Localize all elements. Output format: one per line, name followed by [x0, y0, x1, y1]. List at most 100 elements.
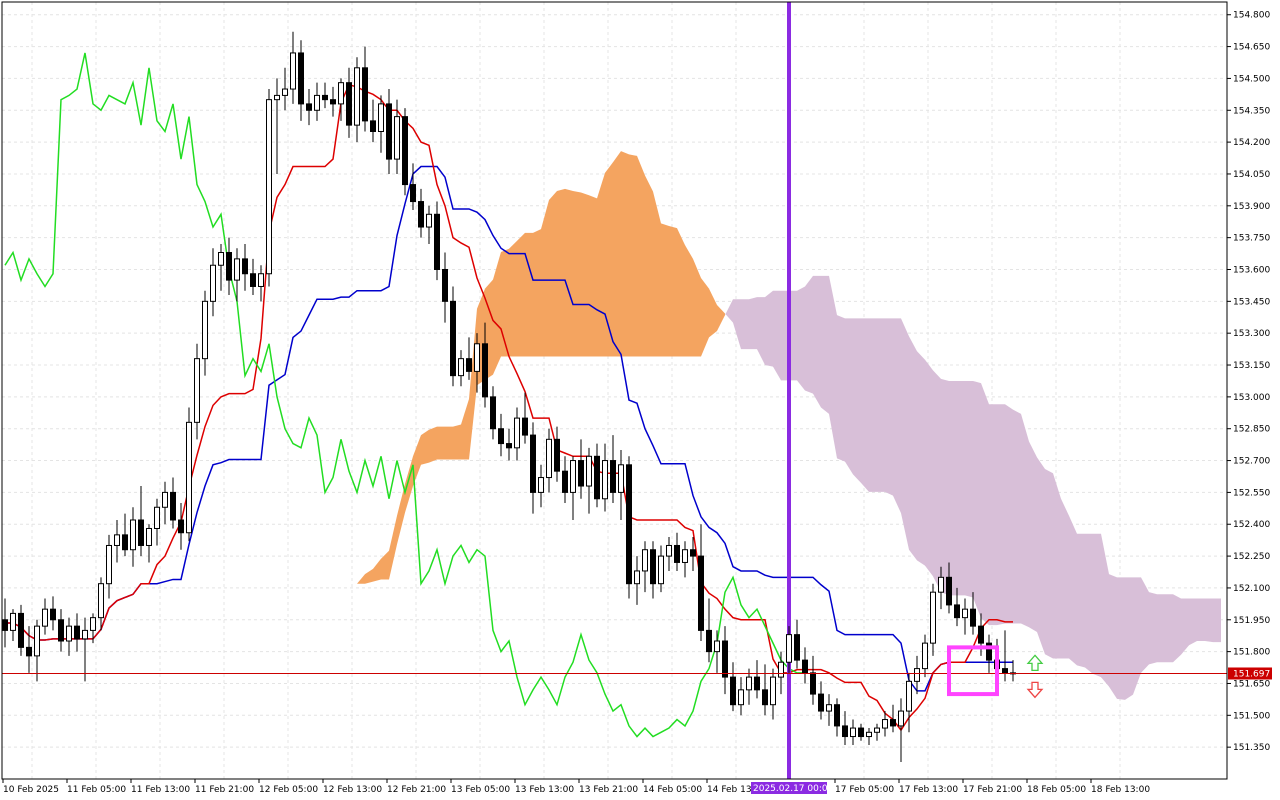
- y-tick-label: 151.350: [1233, 743, 1270, 753]
- cloud-segment-bearish: [1021, 413, 1029, 628]
- y-tick-label: 154.650: [1233, 43, 1270, 53]
- x-tick-label: 13 Feb 13:00: [515, 785, 574, 795]
- cloud-segment-bullish: [573, 190, 581, 357]
- cloud-segment-bullish: [669, 225, 677, 357]
- cloud-segment-bearish: [949, 380, 957, 596]
- candle-body: [922, 642, 928, 670]
- y-tick-label: 153.300: [1233, 329, 1270, 339]
- cloud-segment-bullish: [581, 192, 589, 357]
- candle-body: [762, 689, 768, 706]
- candle-body: [162, 491, 168, 508]
- cloud-segment-bearish: [1037, 457, 1045, 655]
- x-tick-label: 10 Feb 2025: [3, 785, 59, 795]
- cloud-segment-bearish: [957, 380, 965, 596]
- candle-body: [698, 555, 704, 631]
- candle: [266, 89, 272, 287]
- candle-body: [434, 213, 440, 270]
- cloud-segment-bearish: [1189, 598, 1197, 646]
- candle-body: [874, 727, 880, 733]
- candle-body: [570, 460, 576, 493]
- y-tick-label: 151.650: [1233, 679, 1270, 689]
- cloud-segment-bullish: [597, 172, 605, 357]
- candle-body: [410, 184, 416, 203]
- x-tick-label: 18 Feb 05:00: [1027, 785, 1086, 795]
- candle-body: [394, 116, 400, 160]
- candle-body: [962, 608, 968, 619]
- candle-body: [858, 727, 864, 738]
- candle: [626, 456, 632, 599]
- candle-body: [402, 116, 408, 186]
- x-tick-label: 12 Feb 21:00: [387, 785, 446, 795]
- candle-body: [906, 680, 912, 712]
- y-tick-label: 154.200: [1233, 138, 1270, 148]
- candle-body: [498, 428, 504, 445]
- cloud-segment-bearish: [965, 380, 973, 598]
- candle-body: [290, 52, 296, 90]
- candle-body: [970, 608, 976, 627]
- candle-body: [322, 94, 328, 101]
- candle-body: [202, 300, 208, 360]
- candle-body: [562, 470, 568, 493]
- candle-body: [506, 443, 512, 449]
- candle-body: [186, 421, 192, 534]
- cloud-segment-bearish: [853, 318, 861, 483]
- separator-date-label: 2025.02.17 00:00: [751, 782, 834, 794]
- cloud-segment-bearish: [1205, 598, 1213, 643]
- candle-body: [826, 704, 832, 712]
- candle-body: [130, 519, 136, 551]
- candle-body: [602, 460, 608, 500]
- y-tick-label: 152.250: [1233, 552, 1270, 562]
- candle-body: [610, 460, 616, 493]
- cloud-segment-bearish: [813, 275, 821, 408]
- cloud-segment-bearish: [869, 318, 877, 492]
- cloud-segment-bearish: [1173, 594, 1181, 663]
- x-tick-label: 14 Feb 05:00: [643, 785, 702, 795]
- candle-body: [978, 625, 984, 644]
- candle-body: [234, 258, 240, 281]
- cloud-segment-bullish: [557, 188, 565, 357]
- candle-body: [154, 506, 160, 529]
- cloud-segment-bearish: [973, 380, 981, 619]
- candle-body: [690, 549, 696, 557]
- y-tick-label: 152.400: [1233, 520, 1270, 530]
- candle-body: [810, 672, 816, 695]
- cloud-segment-bearish: [1197, 598, 1205, 642]
- candle-body: [178, 519, 184, 534]
- candle-body: [706, 629, 712, 653]
- x-tick-label: 11 Feb 21:00: [195, 785, 254, 795]
- x-tick-label: 17 Feb 13:00: [899, 785, 958, 795]
- candle-body: [930, 591, 936, 644]
- cloud-segment-bullish: [525, 232, 533, 357]
- candle-body: [546, 438, 552, 479]
- candle-body: [658, 555, 664, 585]
- candle-body: [714, 640, 720, 653]
- y-tick-label: 154.800: [1233, 11, 1270, 21]
- current-price-text: 151.697: [1233, 669, 1270, 679]
- candle-body: [370, 120, 376, 132]
- y-tick-label: 151.800: [1233, 648, 1270, 658]
- ichimoku-chart: 154.800 154.650 154.500 154.350 154.200 154.0…: [0, 0, 1280, 800]
- candle-body: [642, 549, 648, 572]
- y-tick-label: 152.850: [1233, 425, 1270, 435]
- candle-body: [730, 676, 736, 706]
- cloud-segment-bearish: [1061, 498, 1069, 659]
- candle-body: [850, 727, 856, 738]
- candle-body: [34, 625, 40, 657]
- cloud-segment-bearish: [893, 318, 901, 514]
- candle-body: [442, 268, 448, 302]
- candle-body: [298, 52, 304, 105]
- candle-body: [890, 719, 896, 727]
- candle-body: [266, 99, 272, 275]
- cloud-segment-bearish: [749, 297, 757, 350]
- cloud-segment-bearish: [797, 286, 805, 391]
- candle-body: [418, 201, 424, 228]
- cloud-segment-bullish: [645, 175, 653, 357]
- candle-body: [210, 264, 216, 302]
- candle-body: [82, 629, 88, 640]
- candle-body: [146, 527, 152, 546]
- candle-body: [314, 94, 320, 111]
- candle: [186, 407, 192, 542]
- cloud-segment-bullish: [517, 232, 525, 357]
- candle-body: [650, 549, 656, 585]
- candle-body: [818, 693, 824, 712]
